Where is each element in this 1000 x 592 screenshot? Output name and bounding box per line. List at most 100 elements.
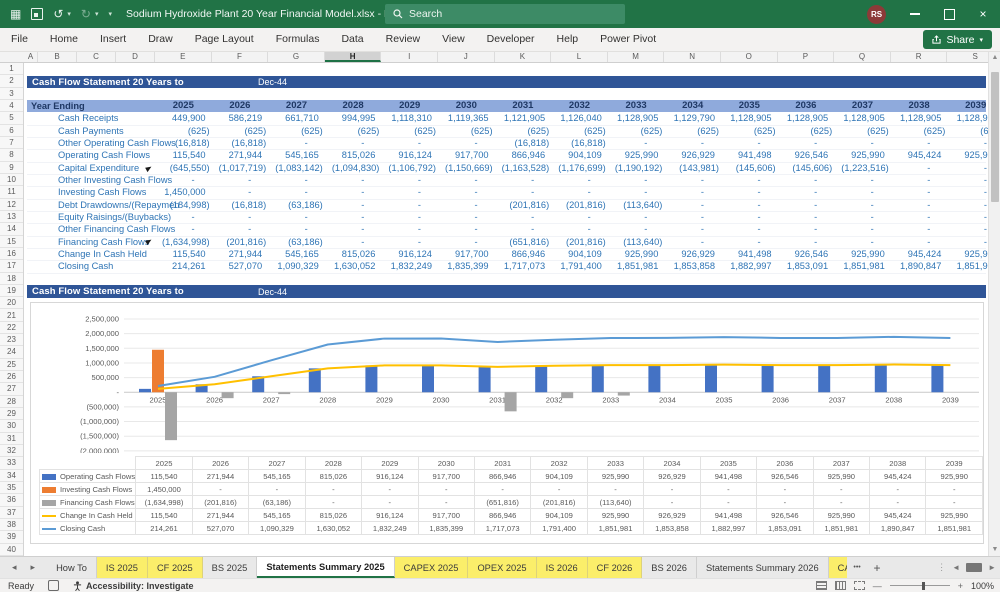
cell[interactable]: 925,990 (947, 149, 988, 161)
cell[interactable]: - (891, 236, 948, 248)
menu-tab-help[interactable]: Help (546, 28, 590, 51)
sheet-tab-bs-2026[interactable]: BS 2026 (642, 557, 697, 578)
column-header-N[interactable]: N (664, 52, 721, 62)
cell[interactable]: (16,818) (495, 137, 552, 149)
cell[interactable]: 925,990 (834, 149, 891, 161)
cell[interactable]: - (664, 186, 721, 198)
cell[interactable]: 925,990 (834, 248, 891, 260)
accessibility-status[interactable]: Accessibility: Investigate (73, 581, 194, 591)
cell[interactable]: - (778, 174, 835, 186)
cell[interactable]: 1,128,905 (834, 112, 891, 124)
cell[interactable]: 941,498 (721, 149, 778, 161)
cell[interactable]: 1,129,790 (664, 112, 721, 124)
cell[interactable]: 1,851,981 (834, 260, 891, 272)
cell[interactable]: - (608, 174, 665, 186)
cell[interactable]: - (268, 174, 325, 186)
cell[interactable]: 1,832,249 (381, 260, 438, 272)
cell[interactable]: - (381, 199, 438, 211)
scroll-up-icon[interactable]: ▲ (989, 52, 1000, 64)
cell[interactable]: - (834, 186, 891, 198)
cell[interactable]: (625) (325, 125, 382, 137)
column-header-B[interactable]: B (38, 52, 77, 62)
cell[interactable]: 925,990 (608, 149, 665, 161)
cell[interactable]: - (438, 211, 495, 223)
cell[interactable]: - (891, 223, 948, 235)
column-header-C[interactable]: C (77, 52, 116, 62)
cell[interactable]: - (778, 236, 835, 248)
column-header-F[interactable]: F (212, 52, 269, 62)
cell[interactable]: 1,853,858 (664, 260, 721, 272)
cell[interactable]: - (325, 223, 382, 235)
vertical-scrollbar[interactable]: ▲ ▼ (988, 52, 1000, 556)
cell[interactable]: - (325, 211, 382, 223)
cell[interactable]: (16,818) (212, 137, 269, 149)
cell[interactable]: - (608, 211, 665, 223)
cell[interactable]: - (608, 137, 665, 149)
cell[interactable]: - (438, 236, 495, 248)
cell[interactable]: (113,640) (608, 199, 665, 211)
cell[interactable]: 815,026 (325, 149, 382, 161)
sheet-tab-cf-2025[interactable]: CF 2025 (147, 557, 203, 578)
cell[interactable]: 1,851,981 (608, 260, 665, 272)
cell[interactable]: - (381, 236, 438, 248)
column-header-P[interactable]: P (778, 52, 835, 62)
zoom-slider-thumb[interactable] (921, 581, 925, 590)
cell[interactable]: 1,128,905 (891, 112, 948, 124)
cell[interactable]: - (325, 236, 382, 248)
cell[interactable]: 586,219 (212, 112, 269, 124)
customize-toolbar-icon[interactable]: ▾ (109, 10, 113, 18)
cell[interactable]: 1,851,981 (947, 260, 988, 272)
column-header-D[interactable]: D (116, 52, 155, 62)
cell[interactable]: - (834, 174, 891, 186)
cell[interactable]: - (495, 223, 552, 235)
cell[interactable]: - (947, 186, 988, 198)
cell[interactable]: (625) (608, 125, 665, 137)
cell[interactable]: (201,816) (495, 199, 552, 211)
cell[interactable]: - (381, 223, 438, 235)
cell[interactable]: (1,106,792) (381, 162, 438, 174)
cell[interactable]: 115,540 (155, 149, 212, 161)
menu-tab-file[interactable]: File (0, 28, 39, 51)
cell[interactable]: 994,995 (325, 112, 382, 124)
cell[interactable]: 1,118,310 (381, 112, 438, 124)
cell[interactable]: - (268, 137, 325, 149)
vertical-scroll-thumb[interactable] (991, 72, 999, 202)
scroll-right-icon[interactable]: ► (988, 563, 996, 572)
cell[interactable]: - (381, 211, 438, 223)
cell[interactable]: (1,223,516) (834, 162, 891, 174)
cell[interactable]: 916,124 (381, 248, 438, 260)
cell[interactable]: 926,546 (778, 248, 835, 260)
cell[interactable]: - (778, 223, 835, 235)
cell[interactable]: - (891, 211, 948, 223)
cell[interactable]: 926,929 (664, 248, 721, 260)
cell[interactable]: - (438, 223, 495, 235)
menu-tab-developer[interactable]: Developer (476, 28, 546, 51)
sheet-tab-cf-2026[interactable]: CF 2026 (587, 557, 643, 578)
cell[interactable]: - (212, 211, 269, 223)
cell[interactable]: 1,126,040 (551, 112, 608, 124)
cell[interactable]: (184,998) (155, 199, 212, 211)
cell[interactable]: - (834, 211, 891, 223)
cell[interactable]: - (438, 199, 495, 211)
cell[interactable]: - (608, 186, 665, 198)
cell[interactable]: 866,946 (495, 149, 552, 161)
cell[interactable]: - (381, 137, 438, 149)
cell[interactable]: - (495, 211, 552, 223)
cell[interactable]: - (834, 236, 891, 248)
cell[interactable]: (113,640) (608, 236, 665, 248)
cell[interactable]: - (891, 162, 948, 174)
cell[interactable]: 1,090,329 (268, 260, 325, 272)
cell[interactable]: (63,186) (268, 236, 325, 248)
cell[interactable]: - (381, 186, 438, 198)
cell[interactable]: (625) (381, 125, 438, 137)
cell[interactable]: 527,070 (212, 260, 269, 272)
cell[interactable]: - (721, 186, 778, 198)
horizontal-scroll-thumb[interactable] (966, 563, 983, 572)
cell[interactable]: 1,128,905 (721, 112, 778, 124)
cell[interactable]: - (155, 174, 212, 186)
cell[interactable]: 1,835,399 (438, 260, 495, 272)
cell[interactable]: - (325, 137, 382, 149)
cell[interactable]: - (268, 223, 325, 235)
column-header-J[interactable]: J (438, 52, 495, 62)
cell[interactable]: 1,630,052 (325, 260, 382, 272)
